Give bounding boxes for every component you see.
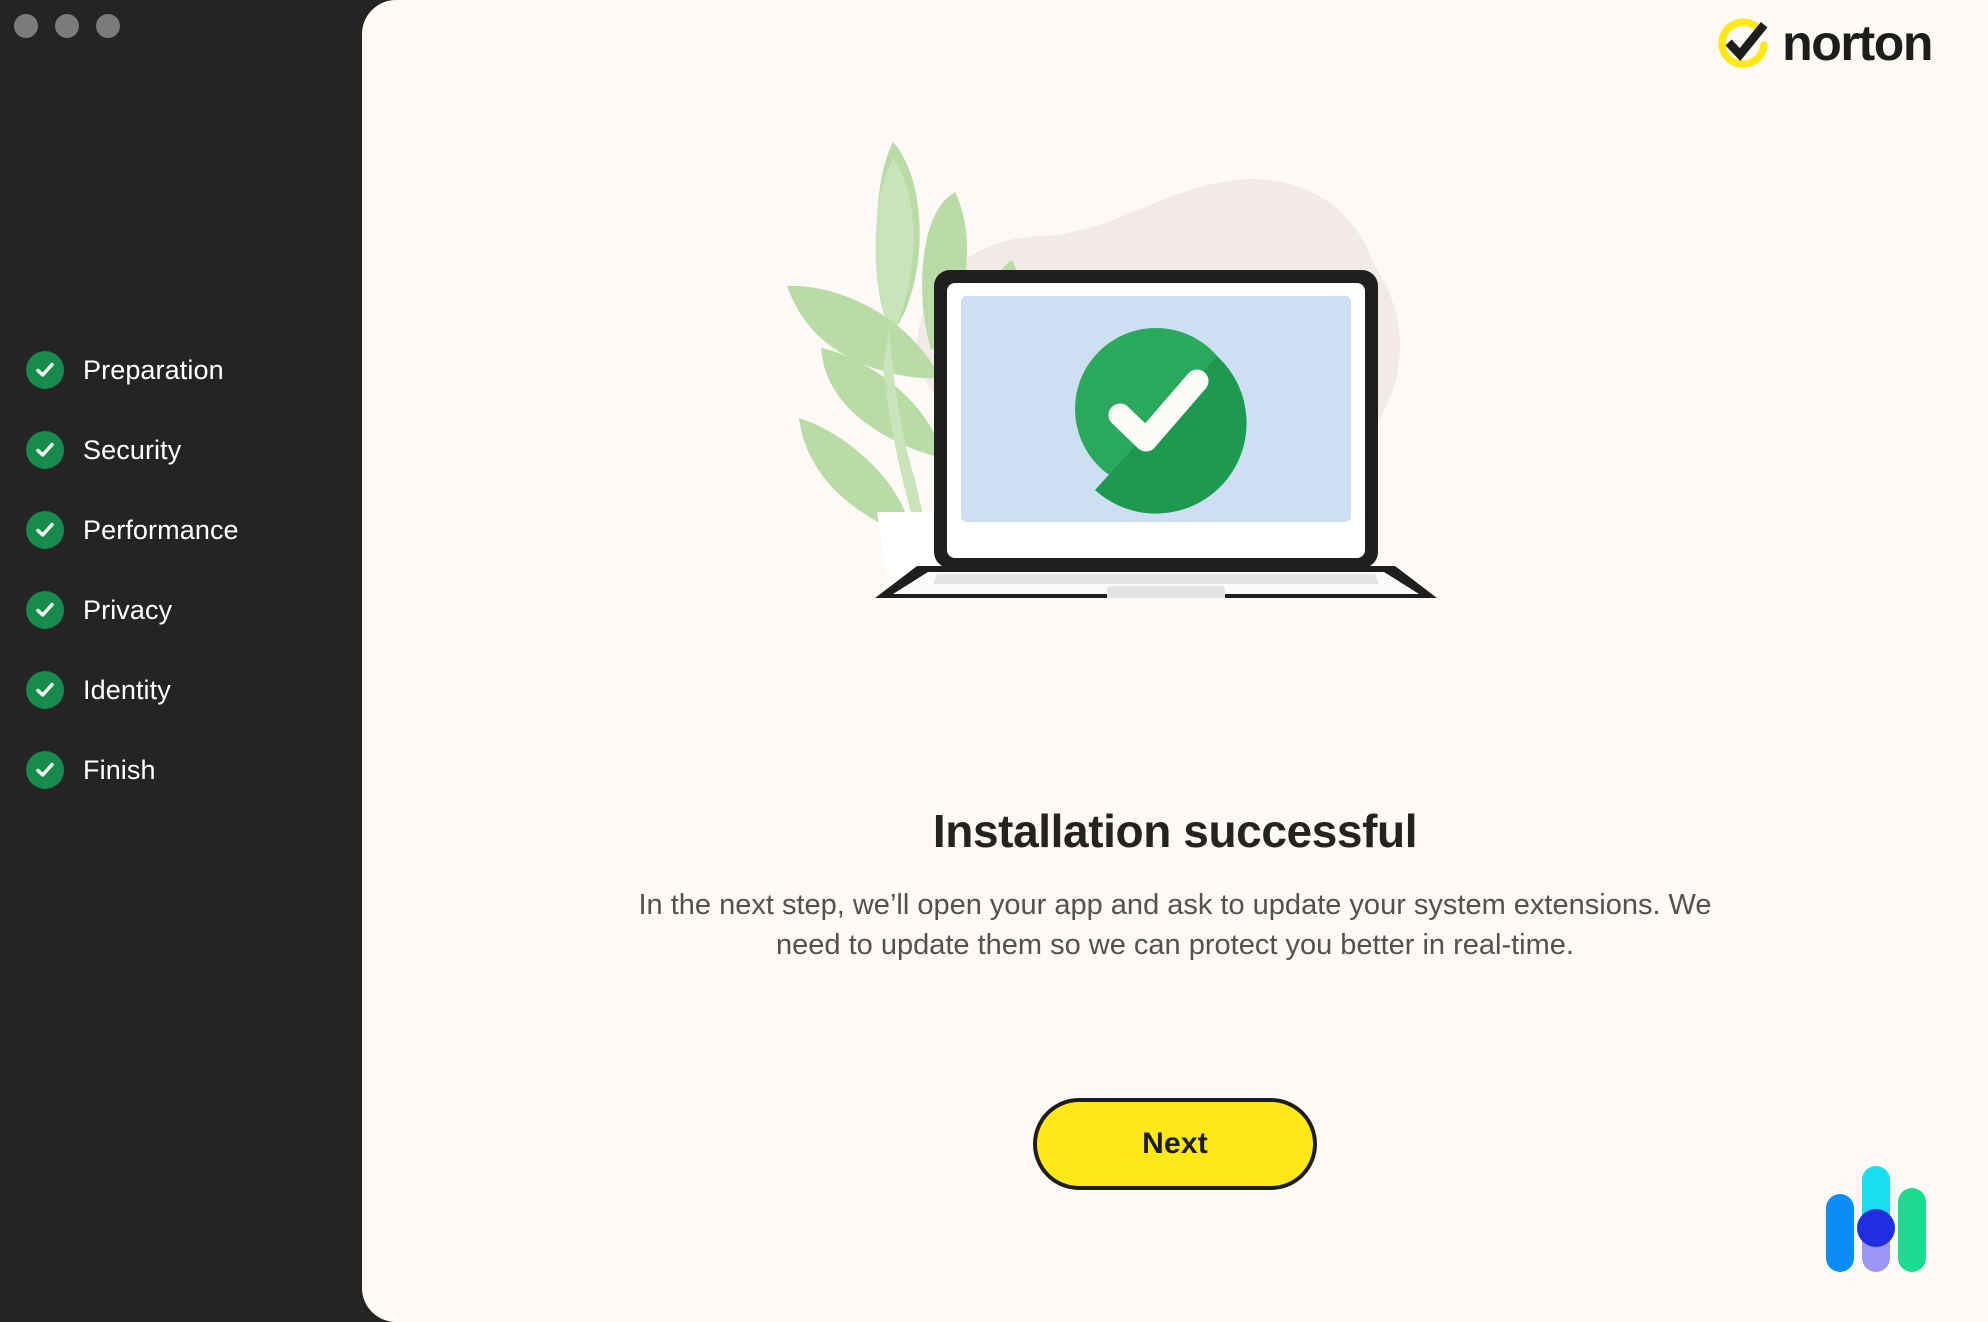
next-button[interactable]: Next: [1033, 1098, 1317, 1190]
sidebar-item-privacy[interactable]: Privacy: [26, 570, 239, 650]
sidebar: Preparation Security Performance Privacy…: [0, 0, 362, 1322]
check-circle-icon: [26, 511, 64, 549]
sidebar-item-security[interactable]: Security: [26, 410, 239, 490]
sidebar-item-label: Finish: [83, 754, 156, 785]
check-circle-icon: [26, 351, 64, 389]
sidebar-item-label: Identity: [83, 674, 171, 705]
check-circle-icon: [26, 751, 64, 789]
sidebar-item-identity[interactable]: Identity: [26, 650, 239, 730]
sidebar-item-preparation[interactable]: Preparation: [26, 330, 239, 410]
close-button[interactable]: [14, 14, 38, 38]
page-description: In the next step, we’ll open your app an…: [638, 888, 1712, 961]
maximize-button[interactable]: [96, 14, 120, 38]
sidebar-item-performance[interactable]: Performance: [26, 490, 239, 570]
window-controls: [14, 14, 120, 38]
setup-steps-list: Preparation Security Performance Privacy…: [26, 330, 239, 810]
norton-logo: norton: [1714, 14, 1933, 74]
actions-row: Next: [1033, 1098, 1317, 1190]
minimize-button[interactable]: [55, 14, 79, 38]
check-circle-icon: [26, 671, 64, 709]
check-circle-icon: [26, 591, 64, 629]
copy-block: Installation successful In the next step…: [625, 806, 1725, 965]
sidebar-item-label: Performance: [83, 514, 239, 545]
sidebar-item-label: Privacy: [83, 594, 173, 625]
norton-wordmark: norton: [1782, 14, 1933, 71]
page-title: Installation successful: [932, 805, 1418, 857]
check-circle-icon: [26, 431, 64, 469]
sidebar-item-label: Security: [83, 434, 182, 465]
laptop-success-illustration: [765, 128, 1585, 598]
main-content-panel: norton Installation successful In the ne…: [362, 0, 1988, 1322]
sidebar-item-label: Preparation: [83, 354, 224, 385]
sidebar-item-finish[interactable]: Finish: [26, 730, 239, 810]
gen-digital-bars-icon: [1822, 1162, 1930, 1274]
norton-check-icon: [1718, 18, 1768, 68]
installer-window: Preparation Security Performance Privacy…: [0, 0, 1988, 1322]
